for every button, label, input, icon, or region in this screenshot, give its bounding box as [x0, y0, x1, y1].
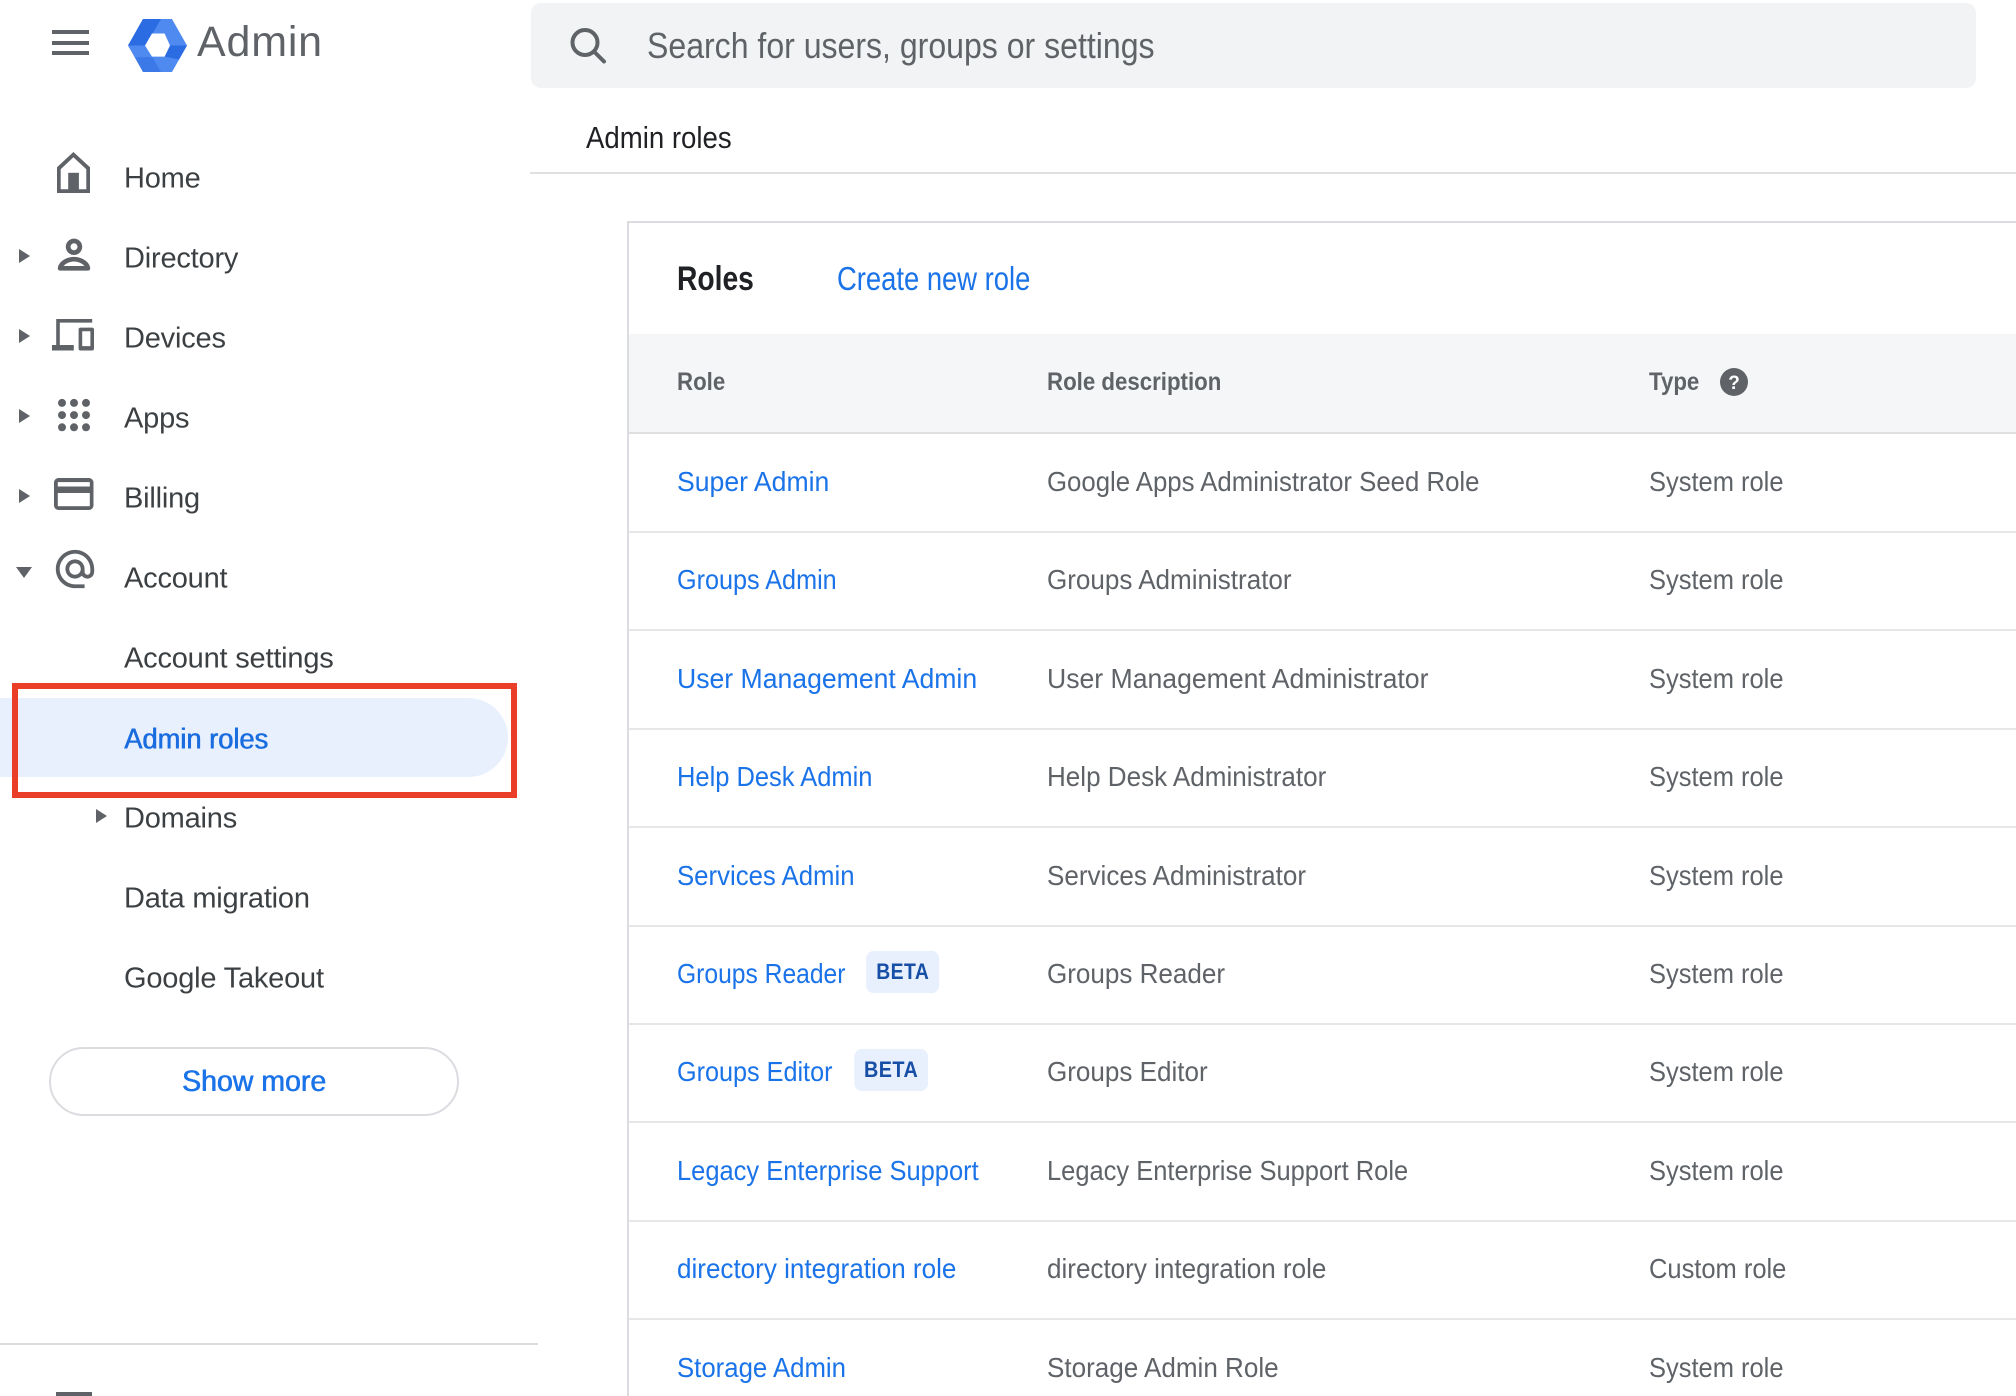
svg-text:?: ?: [1728, 373, 1740, 394]
